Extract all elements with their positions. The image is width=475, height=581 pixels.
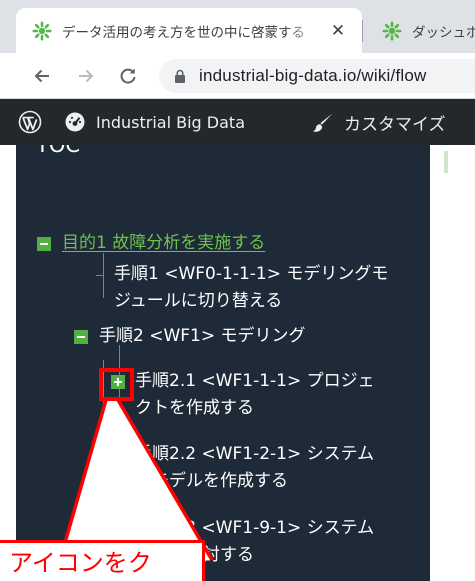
tab-active[interactable]: データ活用の考え方を世の中に啓蒙する ✕ (16, 8, 362, 53)
toc-item-step2-2-line2: のモデルを作成する (135, 471, 288, 491)
forward-button[interactable] (72, 62, 100, 90)
toc-item-step2-1[interactable]: 手順2.1 <WF1-1-1> プロジェ クトを作成する (135, 368, 375, 422)
dashboard-gauge-icon (65, 112, 85, 132)
collapse-toggle-icon[interactable] (37, 237, 51, 251)
toc-title: TOC (36, 145, 81, 157)
browser-toolbar: industrial-big-data.io/wiki/flow (0, 53, 475, 99)
site-name-menu[interactable]: Industrial Big Data (64, 111, 245, 133)
tab-title: ダッシュボード (412, 24, 475, 41)
toc-item-step2[interactable]: 手順2 <WF1> モデリング (99, 323, 306, 350)
customize-menu[interactable]: カスタマイズ (312, 110, 446, 135)
tab-inactive[interactable]: ダッシュボード (366, 8, 475, 53)
wp-admin-bar: Industrial Big Data カスタマイズ (0, 99, 475, 145)
site-favicon-icon (32, 20, 52, 41)
toc-item-step1-line2: ジュールに切り替える (114, 291, 283, 311)
tab-close-icon[interactable]: ✕ (324, 17, 352, 45)
callout-label: アイコンをク (0, 540, 205, 581)
reload-button[interactable] (114, 62, 142, 90)
address-bar[interactable]: industrial-big-data.io/wiki/flow (159, 59, 475, 93)
toc-item-step2-3-line1: 手順2.3 <WF1-9-1> システム (135, 518, 375, 538)
collapse-toggle-icon[interactable] (74, 330, 88, 344)
wordpress-logo-icon[interactable] (18, 110, 42, 134)
toc-item-step2-1-line2: クトを作成する (135, 398, 254, 418)
url-text: industrial-big-data.io/wiki/flow (199, 66, 427, 85)
site-favicon-icon (382, 20, 402, 41)
toc-item-step2-2-line1: 手順2.2 <WF1-2-1> システム (135, 444, 375, 464)
tree-connector (96, 275, 104, 276)
tab-strip: データ活用の考え方を世の中に啓蒙する ✕ ダッシュボード (0, 0, 475, 53)
toc-item-step1-line1: 手順1 <WF0-1-1-1> モデリングモ (114, 264, 389, 284)
lock-icon (175, 69, 185, 83)
toc-item-purpose1[interactable]: 目的1 故障分析を実施する (62, 230, 265, 257)
reload-icon (120, 68, 136, 84)
toc-item-step2-1-line1: 手順2.1 <WF1-1-1> プロジェ (135, 371, 375, 391)
toc-item-step1[interactable]: 手順1 <WF0-1-1-1> モデリングモ ジュールに切り替える (114, 261, 388, 315)
content-accent-bar (444, 151, 448, 173)
tab-separator (362, 20, 363, 42)
toc-sidebar: TOC 目的1 故障分析を実施する 手順1 <WF0-1-1-1> モデリングモ… (16, 145, 430, 581)
toc-item-step2-2[interactable]: 手順2.2 <WF1-2-1> システム のモデルを作成する (135, 441, 374, 495)
back-button[interactable] (28, 62, 56, 90)
customize-label: カスタマイズ (344, 115, 446, 135)
content-area (430, 145, 475, 581)
back-arrow-icon (34, 69, 49, 83)
tab-title: データ活用の考え方を世の中に啓蒙する (62, 24, 305, 41)
brush-icon (313, 113, 333, 132)
site-name: Industrial Big Data (96, 112, 245, 132)
highlight-box (99, 368, 134, 401)
forward-arrow-icon (79, 69, 94, 83)
